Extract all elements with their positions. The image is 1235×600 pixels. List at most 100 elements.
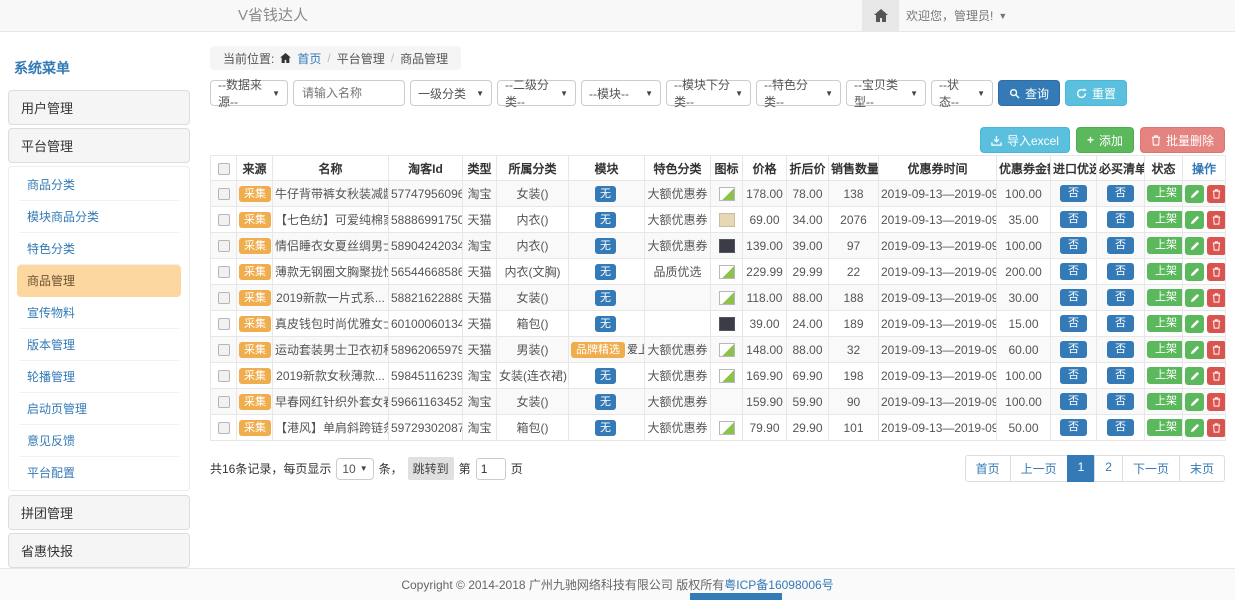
row-checkbox[interactable]: [218, 214, 230, 226]
sidebar-submenu-item[interactable]: 版本管理: [17, 329, 181, 361]
status-button[interactable]: 上架: [1147, 211, 1183, 228]
import-select-toggle[interactable]: 否: [1060, 419, 1087, 436]
import-select-toggle[interactable]: 否: [1060, 315, 1087, 332]
sidebar-item-user-management[interactable]: 用户管理: [8, 90, 190, 125]
import-select-toggle[interactable]: 否: [1060, 211, 1087, 228]
delete-button[interactable]: [1207, 315, 1225, 333]
jump-page-input[interactable]: [476, 458, 506, 480]
page-button[interactable]: 1: [1067, 455, 1096, 482]
jump-button[interactable]: 跳转到: [408, 457, 454, 480]
delete-button[interactable]: [1207, 185, 1225, 203]
sidebar-submenu-item[interactable]: 启动页管理: [17, 393, 181, 425]
edit-button[interactable]: [1185, 211, 1204, 229]
icp-link[interactable]: 粤ICP备16098006号: [724, 576, 833, 593]
filter-select-status[interactable]: --状态--▼: [931, 80, 993, 106]
filter-select-item-type[interactable]: --宝贝类型--▼: [846, 80, 926, 106]
import-select-toggle[interactable]: 否: [1060, 341, 1087, 358]
edit-button[interactable]: [1185, 185, 1204, 203]
row-checkbox[interactable]: [218, 422, 230, 434]
status-button[interactable]: 上架: [1147, 185, 1183, 202]
import-select-toggle[interactable]: 否: [1060, 185, 1087, 202]
home-button[interactable]: [862, 0, 899, 31]
must-buy-toggle[interactable]: 否: [1107, 315, 1134, 332]
sidebar-item-platform-management[interactable]: 平台管理: [8, 128, 190, 163]
row-checkbox[interactable]: [218, 396, 230, 408]
edit-button[interactable]: [1185, 393, 1204, 411]
status-button[interactable]: 上架: [1147, 367, 1183, 384]
must-buy-toggle[interactable]: 否: [1107, 289, 1134, 306]
filter-select-feature-category[interactable]: --特色分类--▼: [756, 80, 841, 106]
search-button[interactable]: 查询: [998, 80, 1060, 106]
name-search-input[interactable]: [293, 80, 405, 106]
edit-button[interactable]: [1185, 315, 1204, 333]
row-checkbox[interactable]: [218, 266, 230, 278]
import-excel-button[interactable]: 导入excel: [980, 127, 1070, 153]
sidebar-submenu-item[interactable]: 模块商品分类: [17, 201, 181, 233]
per-page-select[interactable]: 10▼: [336, 458, 373, 480]
row-checkbox[interactable]: [218, 370, 230, 382]
must-buy-toggle[interactable]: 否: [1107, 393, 1134, 410]
page-button[interactable]: 末页: [1179, 455, 1225, 482]
row-checkbox[interactable]: [218, 188, 230, 200]
must-buy-toggle[interactable]: 否: [1107, 419, 1134, 436]
must-buy-toggle[interactable]: 否: [1107, 237, 1134, 254]
must-buy-toggle[interactable]: 否: [1107, 263, 1134, 280]
filter-select-data-source[interactable]: --数据来源--▼: [210, 80, 288, 106]
user-menu[interactable]: 欢迎您，管理员! ▼: [906, 0, 1007, 31]
page-button[interactable]: 首页: [965, 455, 1011, 482]
sidebar-submenu-item[interactable]: 轮播管理: [17, 361, 181, 393]
row-checkbox[interactable]: [218, 344, 230, 356]
edit-button[interactable]: [1185, 289, 1204, 307]
sidebar-submenu-item[interactable]: 平台配置: [17, 457, 181, 488]
status-button[interactable]: 上架: [1147, 393, 1183, 410]
edit-button[interactable]: [1185, 367, 1204, 385]
delete-button[interactable]: [1207, 289, 1225, 307]
page-button[interactable]: 2: [1094, 455, 1123, 482]
edit-button[interactable]: [1185, 263, 1204, 281]
page-button[interactable]: 上一页: [1010, 455, 1068, 482]
import-select-toggle[interactable]: 否: [1060, 289, 1087, 306]
must-buy-toggle[interactable]: 否: [1107, 341, 1134, 358]
delete-button[interactable]: [1207, 237, 1225, 255]
row-checkbox[interactable]: [218, 240, 230, 252]
delete-button[interactable]: [1207, 211, 1225, 229]
edit-button[interactable]: [1185, 237, 1204, 255]
row-checkbox[interactable]: [218, 318, 230, 330]
must-buy-toggle[interactable]: 否: [1107, 367, 1134, 384]
page-button[interactable]: 下一页: [1122, 455, 1180, 482]
delete-button[interactable]: [1207, 263, 1225, 281]
import-select-toggle[interactable]: 否: [1060, 367, 1087, 384]
import-select-toggle[interactable]: 否: [1060, 237, 1087, 254]
select-all-checkbox[interactable]: [218, 163, 230, 175]
add-button[interactable]: + 添加: [1076, 127, 1134, 153]
status-button[interactable]: 上架: [1147, 263, 1183, 280]
breadcrumb-home-link[interactable]: 首页: [297, 50, 321, 67]
status-button[interactable]: 上架: [1147, 341, 1183, 358]
import-select-toggle[interactable]: 否: [1060, 393, 1087, 410]
delete-button[interactable]: [1207, 419, 1225, 437]
edit-button[interactable]: [1185, 341, 1204, 359]
sidebar-submenu-item[interactable]: 商品管理: [17, 265, 181, 297]
status-button[interactable]: 上架: [1147, 419, 1183, 436]
sidebar-submenu-item[interactable]: 宣传物料: [17, 297, 181, 329]
must-buy-toggle[interactable]: 否: [1107, 211, 1134, 228]
status-button[interactable]: 上架: [1147, 237, 1183, 254]
edit-button[interactable]: [1185, 419, 1204, 437]
batch-delete-button[interactable]: 批量删除: [1140, 127, 1225, 153]
filter-select-level1-category[interactable]: 一级分类▼: [410, 80, 492, 106]
status-button[interactable]: 上架: [1147, 315, 1183, 332]
import-select-toggle[interactable]: 否: [1060, 263, 1087, 280]
sidebar-submenu-item[interactable]: 商品分类: [17, 169, 181, 201]
sidebar-accordion-item[interactable]: 拼团管理: [8, 495, 190, 530]
delete-button[interactable]: [1207, 393, 1225, 411]
row-checkbox[interactable]: [218, 292, 230, 304]
sidebar-submenu-item[interactable]: 特色分类: [17, 233, 181, 265]
delete-button[interactable]: [1207, 367, 1225, 385]
delete-button[interactable]: [1207, 341, 1225, 359]
sidebar-accordion-item[interactable]: 省惠快报: [8, 533, 190, 568]
sidebar-submenu-item[interactable]: 意见反馈: [17, 425, 181, 457]
status-button[interactable]: 上架: [1147, 289, 1183, 306]
filter-select-module-subcategory[interactable]: --模块下分类--▼: [666, 80, 751, 106]
reset-button[interactable]: 重置: [1065, 80, 1127, 106]
filter-select-level2-category[interactable]: --二级分类--▼: [497, 80, 576, 106]
